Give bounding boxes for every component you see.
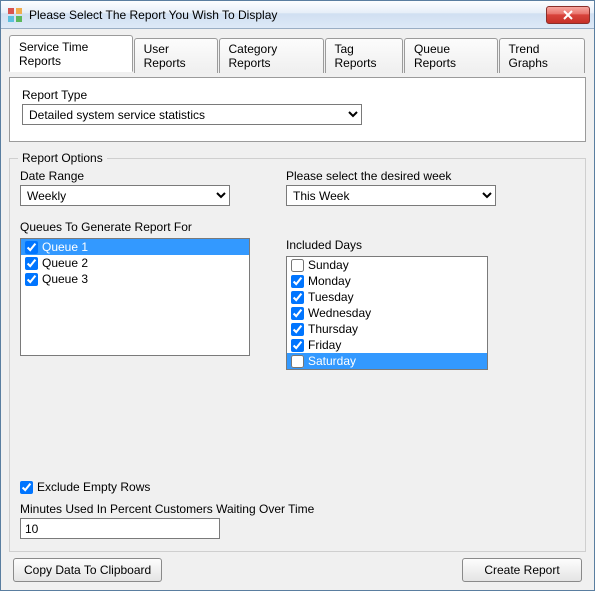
queue-item-label: Queue 2 [42,256,88,270]
exclude-empty-checkbox[interactable] [20,481,33,494]
queue-item[interactable]: Queue 1 [21,239,249,255]
window-title: Please Select The Report You Wish To Dis… [29,8,546,22]
tab-queue-reports[interactable]: Queue Reports [404,38,498,73]
client-area: Service Time Reports User Reports Catego… [1,29,594,590]
copy-to-clipboard-button[interactable]: Copy Data To Clipboard [13,558,162,582]
report-type-select[interactable]: Detailed system service statistics [22,104,362,125]
day-item-label: Saturday [308,354,356,368]
day-item-label: Sunday [308,258,349,272]
date-range-select[interactable]: Weekly [20,185,230,206]
day-item[interactable]: Friday [287,337,487,353]
tab-tag-reports[interactable]: Tag Reports [325,38,403,73]
day-checkbox[interactable] [291,355,304,368]
tab-user-reports[interactable]: User Reports [134,38,218,73]
day-item-label: Monday [308,274,351,288]
days-label: Included Days [286,238,575,252]
app-icon [7,7,23,23]
exclude-empty-row[interactable]: Exclude Empty Rows [20,480,575,494]
day-item-label: Friday [308,338,341,352]
tab-panel: Report Type Detailed system service stat… [9,77,586,142]
exclude-empty-label: Exclude Empty Rows [37,480,150,494]
tab-category-reports[interactable]: Category Reports [219,38,324,73]
day-item-label: Wednesday [308,306,371,320]
day-item[interactable]: Wednesday [287,305,487,321]
report-options-title: Report Options [18,151,107,165]
day-item[interactable]: Thursday [287,321,487,337]
right-column: Please select the desired week This Week… [286,169,575,370]
queue-checkbox[interactable] [25,241,38,254]
week-select[interactable]: This Week [286,185,496,206]
day-item[interactable]: Saturday [287,353,487,369]
day-checkbox[interactable] [291,291,304,304]
tab-service-time-reports[interactable]: Service Time Reports [9,35,133,72]
week-select-label: Please select the desired week [286,169,575,183]
queues-listbox[interactable]: Queue 1 Queue 2 Queue 3 [20,238,250,356]
titlebar: Please Select The Report You Wish To Dis… [1,1,594,29]
day-checkbox[interactable] [291,339,304,352]
queue-item-label: Queue 1 [42,240,88,254]
queue-item[interactable]: Queue 3 [21,271,249,287]
dialog-window: Please Select The Report You Wish To Dis… [0,0,595,591]
tabstrip: Service Time Reports User Reports Catego… [9,35,586,72]
close-button[interactable] [546,6,590,24]
day-checkbox[interactable] [291,275,304,288]
queue-checkbox[interactable] [25,257,38,270]
day-item[interactable]: Monday [287,273,487,289]
queue-checkbox[interactable] [25,273,38,286]
day-item-label: Tuesday [308,290,354,304]
day-item-label: Thursday [308,322,358,336]
minutes-label: Minutes Used In Percent Customers Waitin… [20,502,575,516]
tab-trend-graphs[interactable]: Trend Graphs [499,38,586,73]
button-row: Copy Data To Clipboard Create Report [9,558,586,582]
queue-item-label: Queue 3 [42,272,88,286]
minutes-input[interactable] [20,518,220,539]
report-options-group: Report Options Date Range Weekly Queues … [9,158,586,552]
day-item[interactable]: Sunday [287,257,487,273]
day-checkbox[interactable] [291,259,304,272]
day-checkbox[interactable] [291,307,304,320]
queue-item[interactable]: Queue 2 [21,255,249,271]
left-column: Date Range Weekly Queues To Generate Rep… [20,169,260,370]
create-report-button[interactable]: Create Report [462,558,582,582]
day-item[interactable]: Tuesday [287,289,487,305]
close-icon [563,10,573,20]
days-listbox[interactable]: Sunday Monday Tuesday Wednesday [286,256,488,370]
report-type-label: Report Type [22,88,573,102]
queues-label: Queues To Generate Report For [20,220,260,234]
day-checkbox[interactable] [291,323,304,336]
options-columns: Date Range Weekly Queues To Generate Rep… [20,169,575,370]
date-range-label: Date Range [20,169,260,183]
